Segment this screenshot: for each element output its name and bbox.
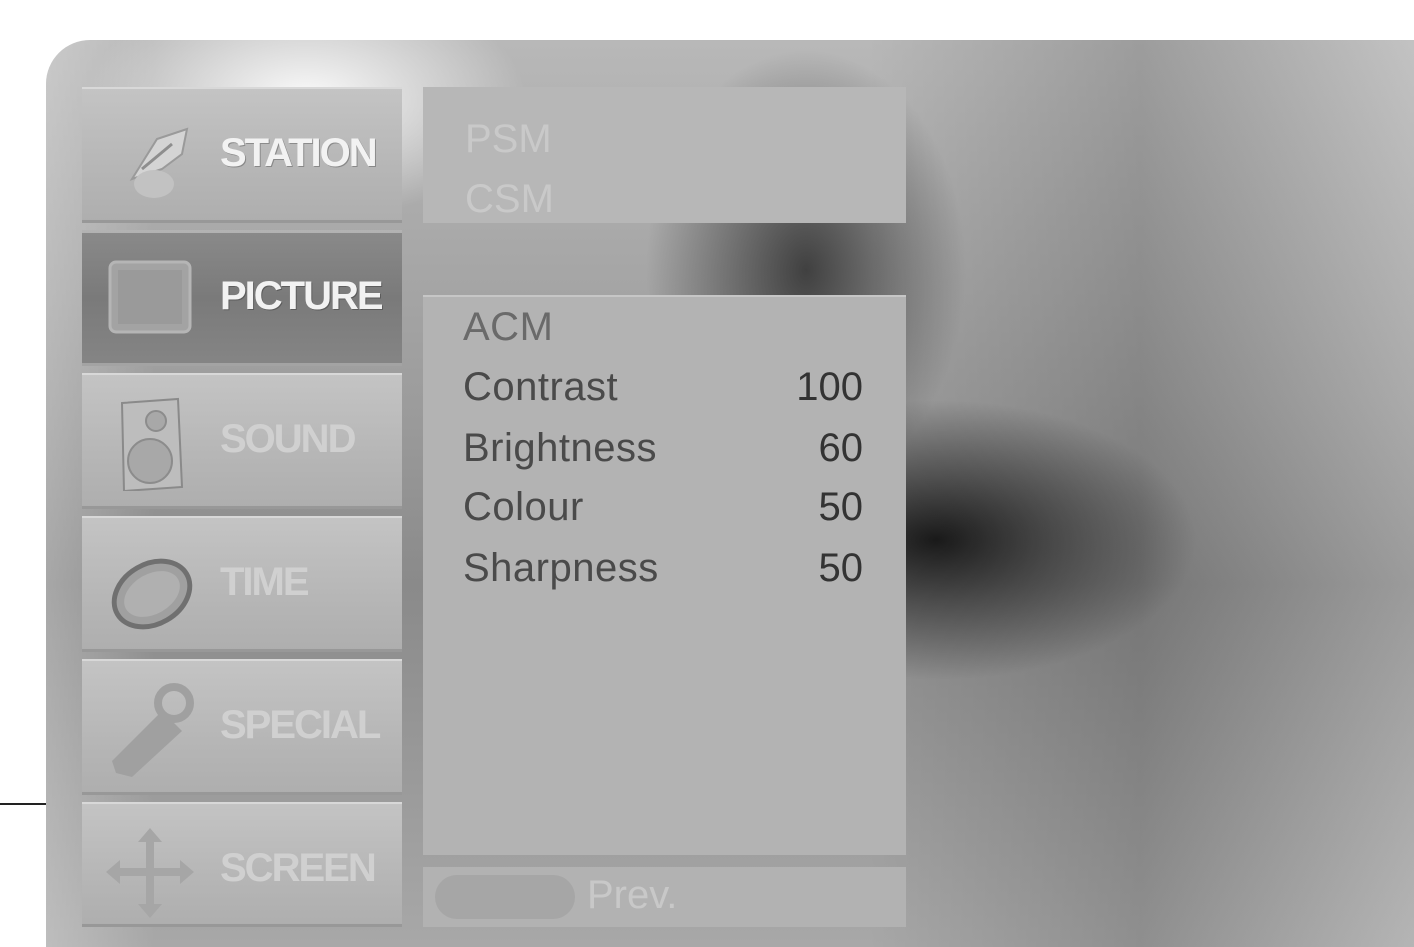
navigation-bar: Prev.	[423, 867, 906, 927]
menu-item-screen[interactable]: SCREEN	[82, 802, 402, 927]
brightness-value: 60	[818, 426, 864, 470]
move-arrows-icon	[106, 828, 194, 918]
category-menu: STATION PICTURE SOUND TIME SPECIAL SCREE…	[82, 87, 402, 927]
colour-label: Colour	[463, 485, 584, 529]
brightness-label: Brightness	[463, 426, 657, 470]
sharpness-label: Sharpness	[463, 546, 659, 590]
picture-mode-submenu: PSM CSM	[423, 87, 906, 223]
menu-item-picture[interactable]: PICTURE	[82, 230, 402, 366]
menu-label-station: STATION	[220, 131, 378, 175]
psm-option[interactable]: PSM	[465, 117, 552, 162]
contrast-row[interactable]: Contrast 100	[463, 365, 863, 415]
menu-item-station[interactable]: STATION	[82, 87, 402, 223]
tv-screen-icon	[108, 260, 192, 334]
colour-value: 50	[818, 485, 864, 529]
satellite-dish-icon	[129, 127, 189, 198]
contrast-value: 100	[796, 365, 863, 409]
acm-row[interactable]: ACM	[463, 305, 863, 355]
menu-label-screen: SCREEN	[220, 846, 377, 890]
csm-option[interactable]: CSM	[465, 177, 554, 222]
clock-icon	[111, 558, 193, 630]
tv-osd-screen: STATION PICTURE SOUND TIME SPECIAL SCREE…	[46, 40, 1414, 947]
menu-item-sound[interactable]: SOUND	[82, 373, 402, 509]
contrast-label: Contrast	[463, 365, 619, 409]
menu-item-time[interactable]: TIME	[82, 516, 402, 652]
acm-label: ACM	[463, 305, 554, 349]
menu-item-special[interactable]: SPECIAL	[82, 659, 402, 795]
sharpness-value: 50	[818, 546, 864, 590]
manual-illustration: STATION PICTURE SOUND TIME SPECIAL SCREE…	[0, 0, 1414, 947]
menu-label-sound: SOUND	[220, 417, 356, 461]
tag-icon	[112, 683, 194, 777]
callout-line	[0, 803, 50, 805]
picture-settings-panel: ACM Contrast 100 Brightness 60 Colour 50…	[423, 295, 906, 855]
menu-label-picture: PICTURE	[220, 274, 384, 318]
menu-label-time: TIME	[220, 560, 310, 604]
sharpness-row[interactable]: Sharpness 50	[463, 546, 863, 596]
menu-label-special: SPECIAL	[220, 703, 381, 747]
colour-row[interactable]: Colour 50	[463, 485, 863, 535]
prev-label: Prev.	[587, 873, 678, 917]
prev-button-icon[interactable]	[435, 875, 575, 919]
brightness-row[interactable]: Brightness 60	[463, 426, 863, 476]
speaker-icon	[120, 397, 184, 491]
